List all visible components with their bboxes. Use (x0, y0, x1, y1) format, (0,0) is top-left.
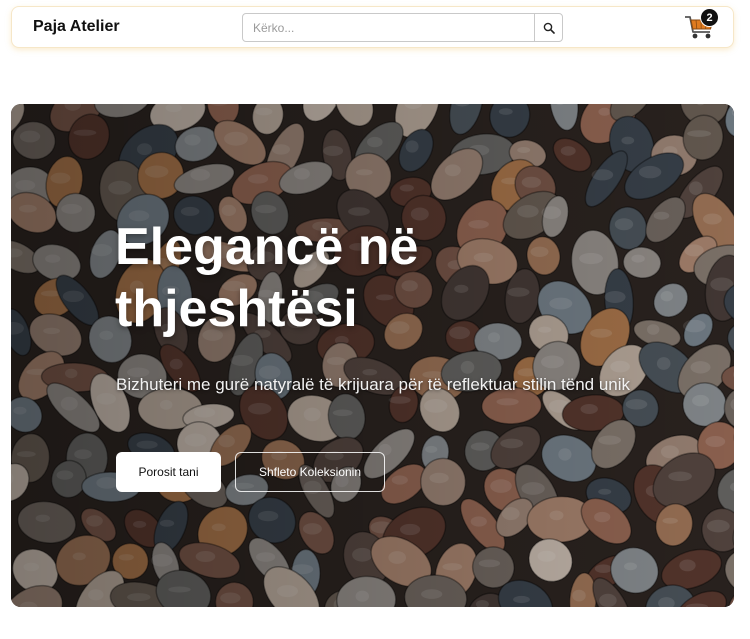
order-now-button[interactable]: Porosit tani (116, 452, 221, 492)
hero-title-line-2: thjeshtësi (115, 280, 358, 338)
cart-count-badge: 2 (700, 8, 719, 27)
site-header: Paja Atelier 2 (11, 6, 734, 48)
browse-collection-button[interactable]: Shfleto Koleksionin (235, 452, 385, 492)
search-input[interactable] (243, 14, 534, 41)
hero-banner: Elegancë në thjeshtësi Bizhuteri me gurë… (11, 104, 734, 607)
search-bar (242, 13, 563, 42)
search-button[interactable] (534, 14, 562, 41)
hero-title: Elegancë në thjeshtësi (115, 216, 535, 340)
cart-button[interactable]: 2 (683, 8, 719, 44)
hero-overlay (11, 104, 734, 607)
brand-logo[interactable]: Paja Atelier (33, 18, 120, 36)
search-icon (543, 22, 555, 34)
hero-subtitle: Bizhuteri me gurë natyralë të krijuara p… (116, 375, 631, 394)
hero-title-line-1: Elegancë në (115, 218, 419, 276)
